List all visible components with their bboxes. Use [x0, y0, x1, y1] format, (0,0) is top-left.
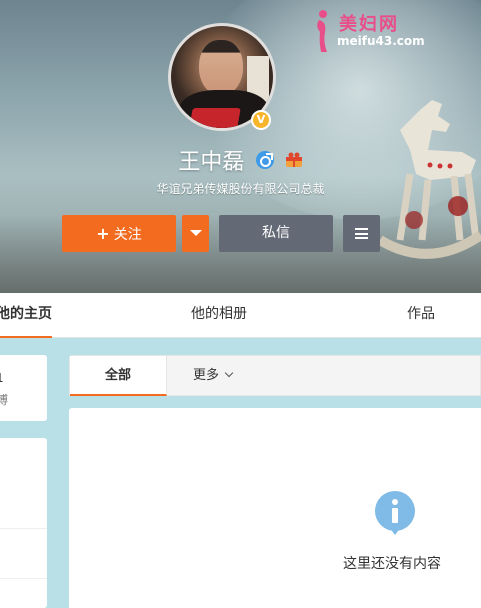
watermark-title: 美妇网: [339, 14, 399, 35]
avatar-face: [199, 40, 243, 96]
sidebar-card: [0, 438, 47, 608]
message-button[interactable]: 私信: [219, 215, 333, 252]
filter-more-label: 更多: [193, 368, 220, 383]
follow-dropdown-button[interactable]: [182, 215, 209, 252]
feed-empty-panel: 这里还没有内容: [69, 408, 481, 608]
chevron-down-icon: [224, 368, 234, 378]
sidebar-divider: [0, 578, 47, 579]
follow-button[interactable]: + 关注: [62, 215, 176, 252]
male-icon: [255, 151, 274, 169]
tab-home[interactable]: 他的主页: [0, 293, 52, 338]
caret-down-icon: [189, 230, 202, 236]
info-icon: [375, 491, 415, 531]
profile-bio: 华谊兄弟传媒股份有限公司总裁: [156, 182, 325, 196]
filter-all-tab[interactable]: 全部: [70, 356, 167, 396]
info-icon-tail: [389, 527, 401, 535]
profile-name: 王中磊: [178, 150, 245, 175]
profile-name-row: 王中磊: [0, 144, 481, 176]
gift-badge-icon[interactable]: [285, 152, 303, 168]
feed-filter-bar: 全部 更多: [69, 355, 481, 396]
hamburger-icon: [355, 228, 368, 239]
profile-tabs: 他的主页 他的相册 作品: [0, 293, 481, 338]
avatar-red-logo: [189, 108, 241, 128]
sidebar-divider: [0, 528, 47, 529]
profile-cover: 美妇网 meifu43.com V 王中磊 华谊兄弟传媒股份有限公司总裁 + 关注…: [0, 0, 481, 293]
stats-card: 1 博: [0, 355, 47, 421]
watermark-figure-icon: [317, 10, 327, 52]
watermark-url: meifu43.com: [337, 34, 425, 48]
stat-value[interactable]: 1: [0, 371, 4, 385]
verified-v-icon: V: [251, 110, 271, 130]
empty-message: 这里还没有内容: [343, 556, 441, 572]
tab-album[interactable]: 他的相册: [191, 293, 247, 338]
stat-label: 博: [0, 393, 9, 407]
plus-icon: +: [96, 224, 110, 243]
filter-more-dropdown[interactable]: 更多: [193, 356, 234, 396]
site-watermark: 美妇网 meifu43.com: [313, 8, 433, 52]
follow-label: 关注: [113, 227, 142, 243]
tab-works[interactable]: 作品: [407, 293, 435, 338]
more-menu-button[interactable]: [343, 215, 380, 252]
